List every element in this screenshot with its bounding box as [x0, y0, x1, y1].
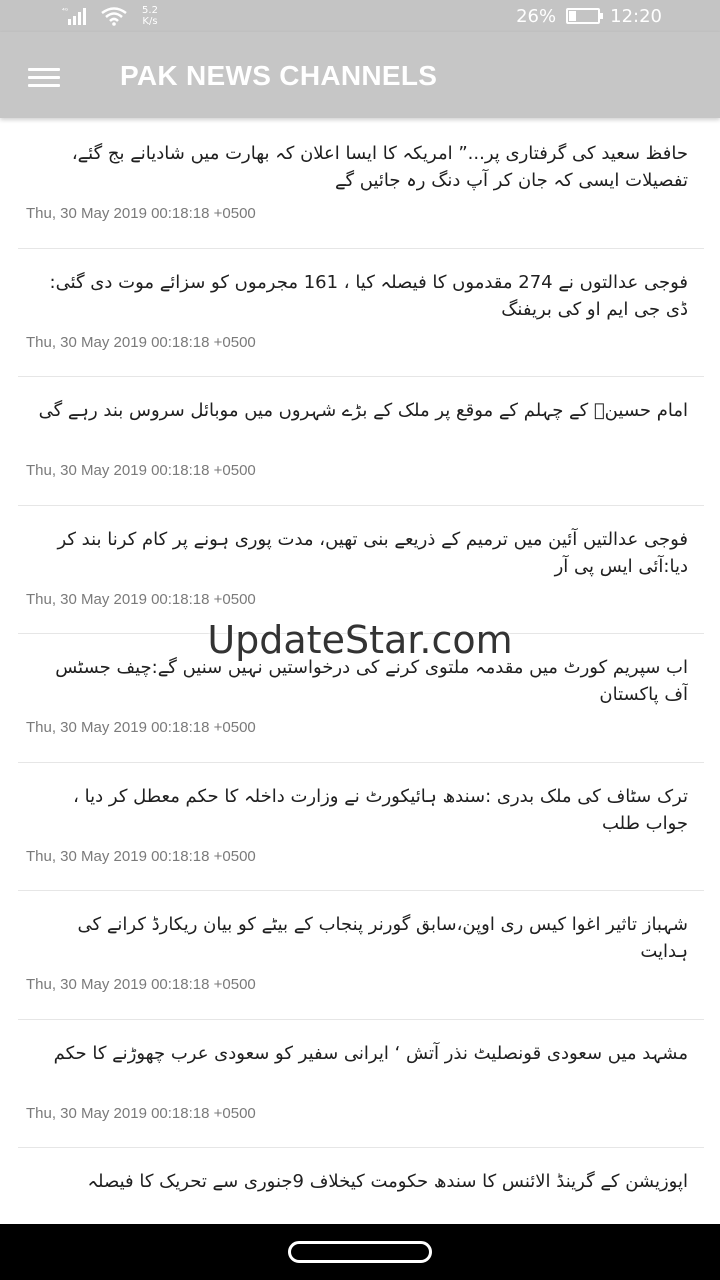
news-date: Thu, 30 May 2019 00:18:18 +0500: [26, 976, 256, 993]
news-item[interactable]: ترک سٹاف کی ملک بدری :سندھ ہائیکورٹ نے و…: [0, 763, 720, 892]
news-date: Thu, 30 May 2019 00:18:18 +0500: [26, 462, 256, 479]
news-item[interactable]: فوجی عدالتیں آئین میں ترمیم کے ذریعے بنی…: [0, 506, 720, 635]
news-date: Thu, 30 May 2019 00:18:18 +0500: [26, 590, 256, 608]
news-list[interactable]: حافظ سعید کی گرفتاری پر...” امریکہ کا ای…: [0, 120, 720, 1224]
network-speed-value: 5.2: [142, 5, 158, 16]
news-headline: اپوزیشن کے گرینڈ الائنس کا سندھ حکومت کی…: [87, 1171, 689, 1192]
navigation-bar: [0, 1224, 720, 1280]
svg-text:⁴ᴳ: ⁴ᴳ: [62, 7, 69, 15]
battery-icon: [566, 8, 604, 24]
wifi-icon: [101, 7, 127, 26]
app-title: PAK NEWS CHANNELS: [120, 60, 438, 91]
home-button[interactable]: [288, 1241, 432, 1263]
news-date: Thu, 30 May 2019 00:18:18 +0500: [26, 847, 256, 865]
news-headline: امام حسینؓ کے چہلم کے موقع پر ملک کے بڑے…: [38, 400, 688, 421]
news-headline: مشہد میں سعودی قونصلیٹ نذر آتش ‘ ایرانی …: [53, 1042, 688, 1064]
network-speed: 5.2 K/s: [136, 5, 164, 27]
status-bar: ⁴ᴳ 5.2 K/s 26% 12:20: [0, 0, 720, 32]
clock-time: 12:20: [610, 5, 662, 27]
news-item[interactable]: فوجی عدالتوں نے 274 مقدموں کا فیصلہ کیا …: [0, 249, 720, 378]
news-date: Thu, 30 May 2019 00:18:18 +0500: [26, 205, 256, 222]
news-item[interactable]: مشہد میں سعودی قونصلیٹ نذر آتش ‘ ایرانی …: [0, 1020, 720, 1149]
news-headline: حافظ سعید کی گرفتاری پر...” امریکہ کا ای…: [71, 143, 688, 191]
hamburger-menu-icon[interactable]: [22, 56, 66, 96]
cellular-signal-icon: ⁴ᴳ: [62, 7, 86, 25]
battery-percent: 26%: [516, 5, 557, 27]
news-date: Thu, 30 May 2019 00:18:18 +0500: [26, 333, 256, 351]
news-headline: فوجی عدالتوں نے 274 مقدموں کا فیصلہ کیا …: [49, 271, 688, 320]
status-right: 26% 12:20: [516, 0, 662, 32]
news-date: Thu, 30 May 2019 00:18:18 +0500: [26, 719, 256, 736]
app-bar: PAK NEWS CHANNELS: [0, 32, 720, 118]
news-date: Thu, 30 May 2019 00:18:18 +0500: [26, 1104, 256, 1122]
news-item[interactable]: شہباز تاثیر اغوا کیس ری اوپن،سابق گورنر …: [0, 891, 720, 1020]
news-headline: ترک سٹاف کی ملک بدری :سندھ ہائیکورٹ نے و…: [73, 785, 688, 834]
news-headline: شہباز تاثیر اغوا کیس ری اوپن،سابق گورنر …: [77, 914, 688, 962]
watermark: UpdateStar.com: [207, 618, 513, 662]
news-item[interactable]: امام حسینؓ کے چہلم کے موقع پر ملک کے بڑے…: [0, 377, 720, 506]
status-left: ⁴ᴳ 5.2 K/s: [62, 2, 164, 30]
battery-fill: [569, 11, 577, 21]
news-item[interactable]: اپوزیشن کے گرینڈ الائنس کا سندھ حکومت کی…: [0, 1148, 720, 1224]
news-item[interactable]: حافظ سعید کی گرفتاری پر...” امریکہ کا ای…: [0, 120, 720, 249]
network-speed-unit: K/s: [142, 16, 158, 27]
news-headline: فوجی عدالتیں آئین میں ترمیم کے ذریعے بنی…: [57, 528, 688, 577]
news-headline: اب سپریم کورٹ میں مقدمہ ملتوی کرنے کی در…: [55, 657, 688, 705]
